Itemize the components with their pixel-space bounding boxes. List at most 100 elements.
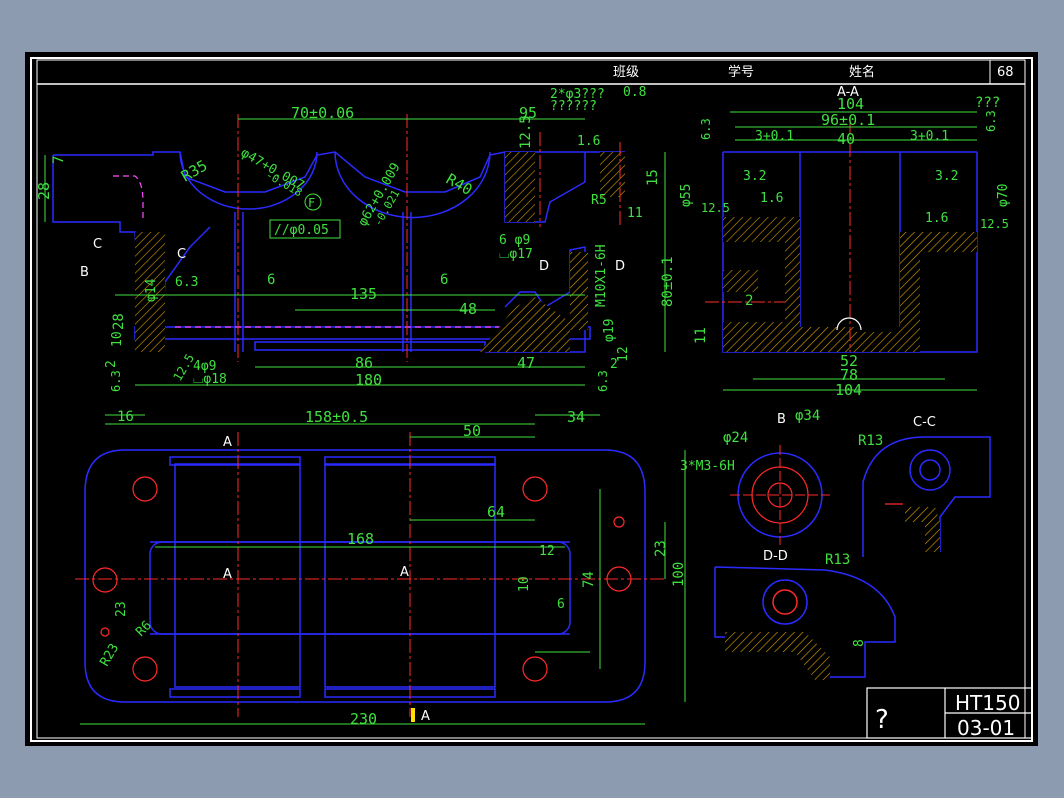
plan-dim-23a: 23 (653, 540, 669, 557)
dd-dim-r13: R13 (825, 552, 850, 568)
dim-phi14: φ14 (144, 278, 159, 302)
aa-dim-40: 40 (837, 130, 855, 148)
dim-48: 48 (459, 300, 477, 318)
dim-phi19: φ19 (602, 319, 617, 342)
dim-6b: 6 (440, 272, 448, 288)
dim-holes2: ?????? (550, 99, 597, 114)
aa-dim-phi70: φ70 (996, 184, 1011, 207)
unknown-mark: ? (875, 705, 889, 735)
plan-dim-r6: R6 (133, 618, 155, 640)
student-no-label: 学号 (728, 64, 754, 80)
dim-12b: 12 (616, 346, 631, 362)
aa-dim-phi55: φ55 (679, 184, 694, 207)
dim-80: 80±0.1 (660, 256, 676, 307)
plan-section-a-top: A (223, 435, 232, 450)
dim-15: 15 (645, 169, 661, 186)
drawing-number: 03-01 (957, 716, 1015, 740)
cad-drawing: 班级 学号 姓名 68 ? HT150 03-01 70±0.06 95 R35… (30, 57, 1033, 742)
section-c-left: C (93, 237, 102, 252)
view-dd-label: D-D (763, 549, 788, 564)
section-a-marker (411, 708, 415, 722)
section-d-left: D (539, 259, 549, 274)
view-b-label: B (777, 412, 786, 427)
aa-dim-104b: 104 (835, 381, 862, 399)
dim-28a: 28 (35, 182, 53, 200)
section-c-right: C (177, 247, 186, 262)
dim-10: 10 (110, 331, 125, 347)
aa-dim-question: ??? (975, 95, 1000, 111)
dim-m10: M10X1-6H (594, 244, 609, 307)
aa-dim-1-6a: 1.6 (760, 191, 783, 206)
plan-dim-34: 34 (567, 408, 585, 426)
plan-section-a-bottom: A (421, 709, 430, 724)
dim-180: 180 (355, 371, 382, 389)
dim-7: 7 (51, 156, 67, 164)
datum-f: F (308, 196, 315, 210)
dd-dim-8: 8 (852, 639, 867, 647)
plan-dim-230: 230 (350, 710, 377, 728)
dim-r35: R35 (178, 156, 210, 185)
view-b (730, 445, 830, 545)
aa-dim-3a: 3+0.1 (755, 129, 794, 144)
plan-dim-100: 100 (671, 562, 687, 587)
aa-dim-2: 2 (745, 293, 753, 309)
dim-1-6a: 1.6 (577, 134, 600, 149)
sheet-number: 68 (997, 65, 1014, 80)
dim-0-8: 0.8 (623, 85, 646, 100)
aa-dim-3b: 3+0.1 (910, 129, 949, 144)
plan-dim-23b: 23 (114, 601, 129, 617)
name-label: 姓名 (849, 64, 875, 80)
class-label: 班级 (613, 65, 639, 80)
aa-dim-11: 11 (693, 327, 709, 344)
plan-dim-10: 10 (517, 576, 532, 592)
plan-dim-6: 6 (557, 597, 565, 612)
plan-centerlines (75, 432, 665, 717)
dim-6-3a: 6.3 (175, 275, 198, 290)
dim-6-3c: 6.3 (596, 370, 610, 392)
dim-135: 135 (350, 285, 377, 303)
plan-dim-m3: 3*M3-6H (680, 459, 735, 474)
aa-dim-1-6b: 1.6 (925, 211, 948, 226)
dim-86: 86 (355, 354, 373, 372)
aa-dim-3-2a: 3.2 (743, 169, 766, 184)
plan-dim-16: 16 (117, 409, 134, 425)
plan-dim-12: 12 (539, 544, 555, 559)
aa-dim-6-3b: 6.3 (984, 110, 998, 132)
aa-dim-12-5a: 12.5 (701, 201, 730, 215)
plan-section-a-mid2: A (400, 565, 409, 580)
dim-47: 47 (517, 354, 535, 372)
dim-flatness: //φ0.05 (274, 223, 329, 238)
aa-dim-6-3: 6.3 (699, 118, 713, 140)
aa-dim-12-5b: 12.5 (980, 217, 1009, 231)
plan-view (84, 449, 646, 703)
dim-4phi18: ⌴φ18 (193, 372, 227, 387)
plan-dim-74: 74 (581, 571, 597, 588)
section-b-arrow: B (80, 265, 89, 280)
drawing-sheet: 班级 学号 姓名 68 ? HT150 03-01 70±0.06 95 R35… (25, 52, 1038, 746)
dim-r5: R5 (591, 193, 607, 208)
dim-6a: 6 (267, 272, 275, 288)
material: HT150 (955, 691, 1020, 715)
section-d-right: D (615, 259, 625, 274)
dim-11a: 11 (627, 206, 643, 221)
dim-12-5a: 12.5 (518, 115, 534, 149)
dim-6-3b: 6.3 (109, 370, 123, 392)
plan-dim-168: 168 (347, 530, 374, 548)
b-dim-24: φ24 (723, 430, 748, 446)
view-cc-label: C-C (913, 415, 936, 430)
dim-2a: 2 (104, 360, 119, 368)
plan-dim-50: 50 (463, 422, 481, 440)
plan-dim-64: 64 (487, 503, 505, 521)
dim-phi17: ⌴φ17 (499, 247, 533, 262)
dim-2b: 2 (610, 357, 618, 372)
aa-dim-96: 96±0.1 (821, 111, 875, 129)
plan-dim-r23: R23 (97, 641, 122, 669)
dim-28b: 28 (111, 313, 127, 330)
plan-dim-158: 158±0.5 (305, 408, 368, 426)
b-dim-34: φ34 (795, 408, 820, 424)
plan-section-a-mid: A (223, 567, 232, 582)
cc-dim-r13: R13 (858, 433, 883, 449)
dim-70: 70±0.06 (291, 104, 354, 122)
aa-dim-3-2b: 3.2 (935, 169, 958, 184)
dim-6phi9: 6 φ9 (499, 233, 530, 248)
